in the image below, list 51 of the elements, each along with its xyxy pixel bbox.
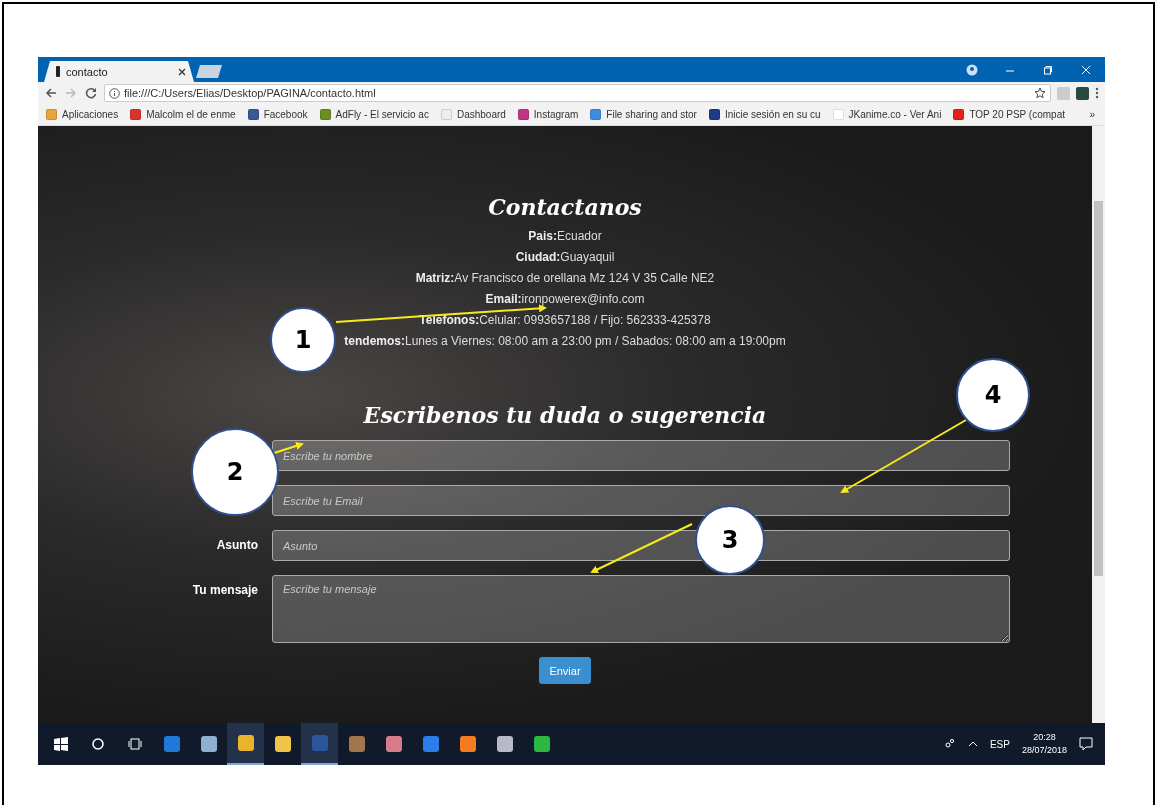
bookmark-link[interactable]: Dashboard	[456, 109, 506, 120]
bookmark-link[interactable]: Aplicaciones	[62, 109, 119, 120]
contact-info-line: tendemos:Lunes a Viernes: 08:00 am a 23:00 pm / Sabados: 08:00 am a 19:00pm	[344, 333, 786, 350]
browser-tab[interactable]: contacto	[44, 61, 194, 82]
back-icon[interactable]	[44, 86, 58, 100]
search-icon[interactable]	[91, 738, 104, 750]
star-icon[interactable]	[1034, 87, 1046, 99]
bookmarks-overflow-button[interactable]: »	[1089, 109, 1095, 120]
message-field[interactable]: Escribe tu mensaje	[272, 575, 1010, 643]
app-icon[interactable]	[533, 736, 550, 752]
chevron-up-icon[interactable]	[967, 741, 978, 747]
bookmark-link[interactable]: Inicie sesión en su cu	[724, 109, 821, 120]
form-heading: Escribenos tu duda o sugerencia	[363, 402, 767, 428]
app-icon[interactable]	[274, 736, 291, 752]
contact-info-line: Ciudad:Guayaquil	[515, 249, 615, 266]
input-field[interactable]: Escribe tu nombre	[272, 440, 1010, 471]
bookmark-link[interactable]: Malcolm el de enme	[146, 109, 236, 120]
bookmark-link[interactable]: Instagram	[533, 109, 579, 120]
bookmark-link[interactable]: Facebook	[263, 109, 308, 120]
close-icon[interactable]	[178, 67, 186, 76]
clock[interactable]: 20:28 28/07/2018	[1021, 731, 1067, 757]
bookmark-link[interactable]: File sharing and stor	[606, 109, 697, 120]
people-icon[interactable]	[943, 738, 956, 750]
bookmark-link[interactable]: JKanime.co - Ver Ani	[848, 109, 942, 120]
contact-info-line: Telefonos:Celular: 0993657188 / Fijo: 562333-425378	[419, 312, 711, 329]
contact-info-line: Email:ironpowerex@info.com	[485, 291, 645, 308]
reload-icon[interactable]	[84, 86, 98, 100]
page-heading: Contactanos	[488, 194, 642, 220]
notification-icon[interactable]	[1079, 737, 1093, 751]
app-icon[interactable]	[237, 735, 254, 751]
app-icon[interactable]	[422, 736, 439, 752]
app-icon[interactable]	[385, 736, 402, 752]
language-indicator[interactable]: ESP	[989, 738, 1010, 750]
field-label: Tu mensaje	[191, 582, 258, 599]
bookmark-link[interactable]: AdFly - El servicio ac	[335, 109, 429, 120]
bookmark-link[interactable]: TOP 20 PSP (compat	[969, 109, 1065, 120]
task-view-icon[interactable]	[127, 738, 142, 750]
contact-info-line: Matriz:Av Francisco de orellana Mz 124 V 35 Calle NE2	[415, 270, 715, 287]
contact-info-line: Pais:Ecuador	[528, 228, 602, 245]
extension-icon[interactable]	[1076, 86, 1089, 100]
scrollbar[interactable]	[1092, 126, 1105, 723]
app-icon[interactable]	[348, 736, 365, 752]
start-icon[interactable]	[53, 737, 68, 751]
app-icon[interactable]	[459, 736, 476, 752]
field-label: Asunto	[215, 537, 258, 554]
app-icon[interactable]	[496, 736, 513, 752]
menu-icon[interactable]	[1095, 87, 1099, 99]
new-tab-button[interactable]	[196, 65, 222, 78]
app-icon[interactable]	[200, 736, 217, 752]
address-bar[interactable]: file:///C:/Users/Elias/Desktop/PAGINA/contacto.html	[104, 84, 1051, 102]
info-icon[interactable]	[109, 87, 120, 99]
